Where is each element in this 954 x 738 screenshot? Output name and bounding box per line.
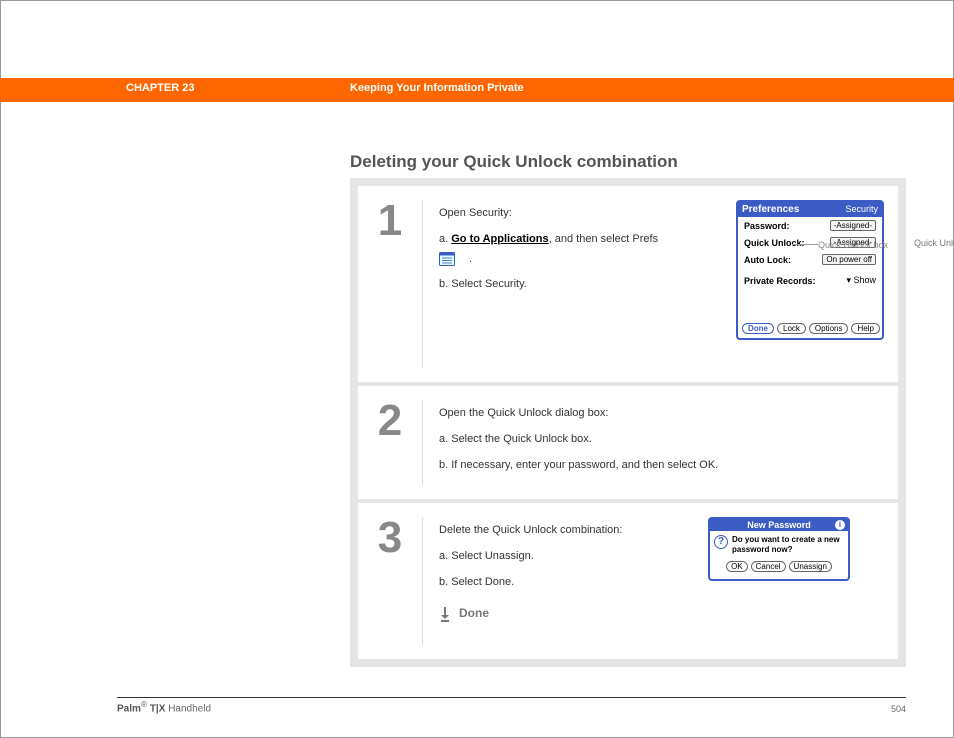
palm2-cancel-button: Cancel bbox=[751, 561, 786, 572]
palm-preferences-screenshot: Preferences Security Password: -Assigned… bbox=[736, 200, 884, 340]
step-sub-a: a. Select the Quick Unlock box. bbox=[439, 430, 882, 450]
quickunlock-label: Quick Unlock: bbox=[744, 238, 805, 248]
step-sub-a: a. Go to Applications, and then select P… bbox=[439, 230, 668, 270]
step-3: 3 Delete the Quick Unlock combination: a… bbox=[358, 503, 898, 659]
sub-letter: a. bbox=[439, 233, 448, 245]
step-intro: Delete the Quick Unlock combination: bbox=[439, 521, 688, 541]
palm1-done-button: Done bbox=[742, 323, 774, 334]
step-number: 1 bbox=[358, 186, 422, 382]
palm-newpassword-screenshot: New Password i ? Do you want to create a… bbox=[708, 517, 850, 581]
footer-tail: Handheld bbox=[168, 703, 211, 714]
done-row: Done bbox=[439, 603, 688, 625]
private-value: ▾ Show bbox=[846, 275, 876, 286]
palm2-unassign-button: Unassign bbox=[789, 561, 832, 572]
password-label: Password: bbox=[744, 221, 790, 231]
info-icon: i bbox=[835, 520, 845, 530]
footer-rule bbox=[117, 697, 906, 698]
done-arrow-icon bbox=[439, 606, 451, 622]
palm1-title-left: Preferences bbox=[742, 204, 799, 215]
sub-a-rest: , and then select Prefs bbox=[549, 233, 658, 245]
page-number: 504 bbox=[891, 704, 906, 714]
step-sub-a: a. Select Unassign. bbox=[439, 547, 688, 567]
quick-unlock-callout: Quick Unlock box bbox=[914, 238, 954, 248]
palm2-title: New Password bbox=[747, 520, 811, 530]
prefs-icon bbox=[453, 252, 469, 266]
palm1-button-row: Done Lock Options Help bbox=[742, 323, 880, 334]
palm2-body: ? Do you want to create a new password n… bbox=[710, 531, 848, 558]
palm1-options-button: Options bbox=[809, 323, 849, 334]
autolock-value: On power off bbox=[822, 254, 876, 265]
palm1-titlebar: Preferences Security bbox=[738, 202, 882, 217]
step-2: 2 Open the Quick Unlock dialog box: a. S… bbox=[358, 386, 898, 499]
go-to-applications-link[interactable]: Go to Applications bbox=[451, 233, 548, 245]
palm1-password-row: Password: -Assigned- bbox=[738, 217, 882, 234]
palm1-private-row: Private Records: ▾ Show bbox=[738, 272, 882, 289]
chapter-number: CHAPTER 23 bbox=[126, 82, 194, 94]
steps-container: 1 Open Security: a. Go to Applications, … bbox=[350, 178, 906, 667]
palm2-button-row: OK Cancel Unassign bbox=[710, 559, 848, 576]
palm1-lock-button: Lock bbox=[777, 323, 806, 334]
step-number: 2 bbox=[358, 386, 422, 499]
footer-brand-name: Palm bbox=[117, 703, 141, 714]
done-label: Done bbox=[459, 603, 489, 625]
chapter-title: Keeping Your Information Private bbox=[350, 82, 524, 94]
callout-line bbox=[792, 244, 818, 245]
palm1-title-right: Security bbox=[845, 204, 878, 215]
step-sub-b: b. If necessary, enter your password, an… bbox=[439, 456, 882, 476]
palm2-ok-button: OK bbox=[726, 561, 748, 572]
palm1-autolock-row: Auto Lock: On power off bbox=[738, 251, 882, 268]
step-body: Open the Quick Unlock dialog box: a. Sel… bbox=[423, 386, 898, 499]
step-sub-b: b. Select Done. bbox=[439, 573, 688, 593]
palm1-help-button: Help bbox=[851, 323, 879, 334]
palm2-titlebar: New Password i bbox=[710, 519, 848, 531]
step-sub-b: b. Select Security. bbox=[439, 275, 668, 295]
step-number: 3 bbox=[358, 503, 422, 659]
password-value: -Assigned- bbox=[830, 220, 876, 231]
footer-brand: Palm® T|X Handheld bbox=[117, 699, 211, 714]
footer-model: T|X bbox=[147, 703, 168, 714]
step-intro: Open the Quick Unlock dialog box: bbox=[439, 404, 882, 424]
question-icon: ? bbox=[714, 535, 728, 549]
quick-unlock-box-callout: Quick Unlock box bbox=[818, 240, 908, 250]
step-1: 1 Open Security: a. Go to Applications, … bbox=[358, 186, 898, 382]
step-intro: Open Security: bbox=[439, 204, 668, 224]
palm2-message: Do you want to create a new password now… bbox=[732, 535, 844, 554]
private-label: Private Records: bbox=[744, 276, 816, 286]
sub-a-tail: . bbox=[469, 253, 472, 265]
section-title: Deleting your Quick Unlock combination bbox=[350, 152, 678, 172]
autolock-label: Auto Lock: bbox=[744, 255, 791, 265]
